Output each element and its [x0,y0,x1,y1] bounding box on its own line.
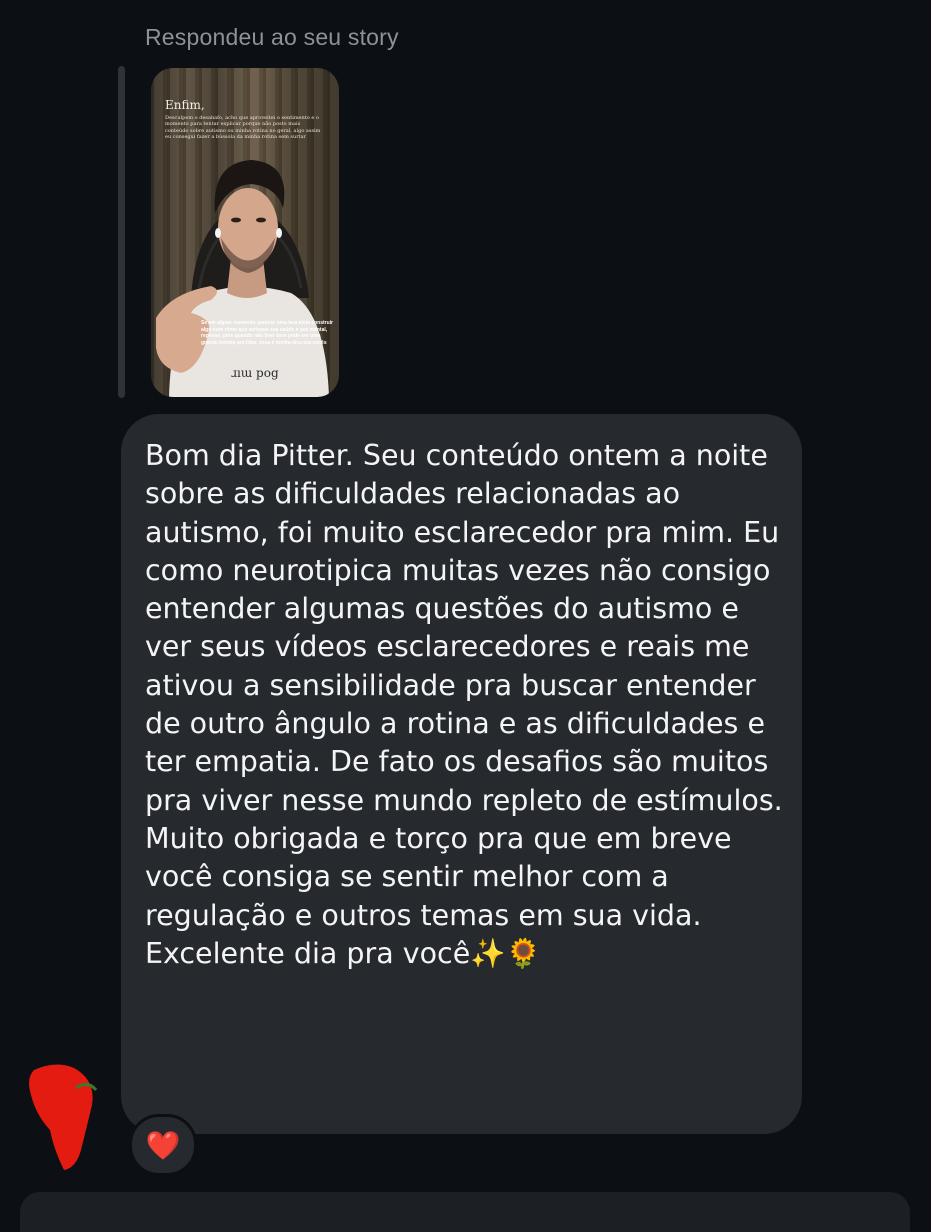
message-text: Bom dia Pitter. Seu conteúdo ontem a noi… [145,439,783,970]
reply-label: Respondeu ao seu story [145,24,399,50]
composer-bar[interactable] [20,1192,910,1232]
quote-bar [118,66,125,398]
story-caption-bottom: Se em algum momento parecer uma boa idei… [201,320,333,346]
story-title: Enfim, [165,98,205,112]
story-thumbnail[interactable]: Enfim, Desculpem o desabafo, acho que ap… [151,68,339,397]
story-caption-top: Desculpem o desabafo, acho que aproveite… [165,115,321,141]
reaction-badge[interactable]: ❤️ [129,1114,197,1176]
redacted-avatar [29,1064,98,1170]
shirt-text: ɹıɯ pog [231,366,279,380]
heart-icon: ❤️ [145,1129,181,1161]
